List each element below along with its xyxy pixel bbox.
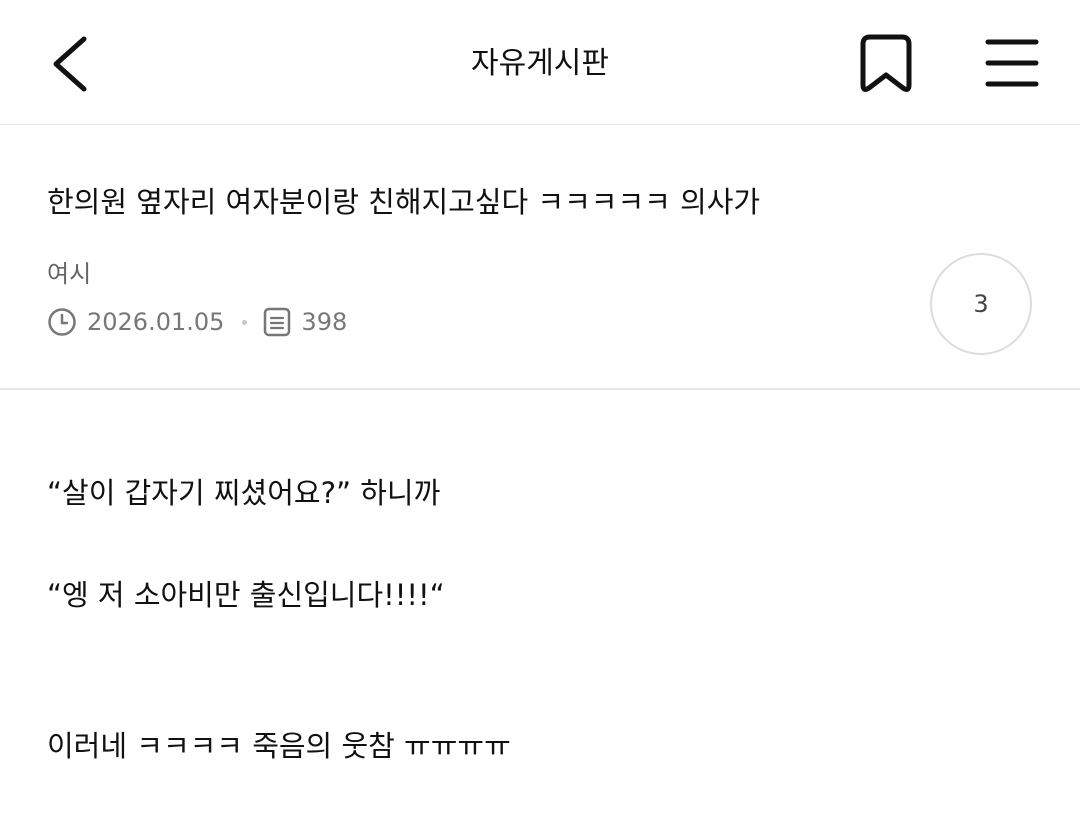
- post-meta: 2026.01.05 398: [47, 302, 347, 342]
- board-title: 자유게시판: [471, 46, 609, 81]
- comment-count-button[interactable]: 3: [930, 253, 1032, 355]
- bookmark-icon: [860, 34, 912, 92]
- hamburger-menu-icon: [985, 39, 1039, 87]
- author-name[interactable]: 여시: [47, 258, 91, 290]
- content-line-1: “살이 갑자기 찌셨어요?” 하니까: [47, 476, 441, 510]
- view-count: 398: [301, 308, 348, 336]
- comment-count: 3: [973, 290, 989, 318]
- clock-icon: [48, 308, 76, 336]
- back-button[interactable]: [44, 32, 94, 96]
- chevron-left-icon: [53, 36, 87, 92]
- header-divider: [0, 388, 1080, 390]
- separator-dot: [242, 319, 248, 325]
- top-app-bar: 자유게시판: [0, 0, 1080, 125]
- post-date: 2026.01.05: [87, 308, 225, 336]
- bookmark-button[interactable]: [855, 30, 917, 98]
- menu-button[interactable]: [980, 32, 1044, 94]
- content-line-3: 이러네 ㅋㅋㅋㅋ 죽음의 웃참 ㅠㅠㅠㅠ: [47, 729, 511, 763]
- document-icon: [264, 307, 291, 337]
- post-title: 한의원 옆자리 여자분이랑 친해지고싶다 ㅋㅋㅋㅋㅋ 의사가: [47, 185, 761, 219]
- content-line-2: “엥 저 소아비만 출신입니다!!!!“: [47, 578, 445, 612]
